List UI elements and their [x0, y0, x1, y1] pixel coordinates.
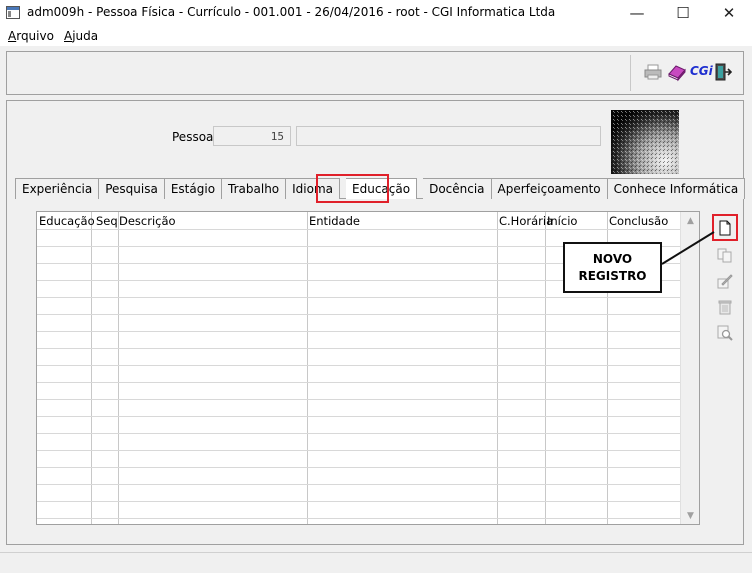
tab-docencia[interactable]: Docência: [423, 178, 492, 199]
window-title: adm009h - Pessoa Física - Currículo - 00…: [27, 5, 556, 19]
toolbar-panel: [6, 51, 744, 95]
status-bar: [0, 552, 752, 573]
grid-row-divider: [37, 331, 681, 332]
grid-column-divider: [307, 212, 308, 524]
col-seq[interactable]: Seq: [96, 214, 118, 228]
toolbar-separator: [630, 55, 631, 91]
title-bar: adm009h - Pessoa Física - Currículo - 00…: [0, 0, 752, 26]
pessoa-code-field[interactable]: 15: [213, 126, 291, 146]
grid-row-divider: [37, 399, 681, 400]
active-tab-highlight: [316, 174, 389, 203]
menu-arquivo[interactable]: Arquivo: [8, 29, 54, 43]
tab-conhece-informatica[interactable]: Conhece Informática: [607, 178, 746, 199]
grid-row-divider: [37, 382, 681, 383]
tab-trabalho[interactable]: Trabalho: [222, 178, 287, 199]
callout-pointer-line: [661, 231, 715, 265]
tab-aperfeicoamento[interactable]: Aperfeiçoamento: [491, 178, 608, 199]
edit-icon[interactable]: [715, 271, 735, 291]
col-conclusao[interactable]: Conclusão: [609, 214, 668, 228]
new-record-icon[interactable]: [715, 218, 735, 238]
grid-column-divider: [118, 212, 119, 524]
copy-icon[interactable]: [715, 245, 735, 265]
grid-row-divider: [37, 518, 681, 519]
grid-column-divider: [91, 212, 92, 524]
tab-estagio[interactable]: Estágio: [164, 178, 223, 199]
maximize-button[interactable]: ☐: [660, 0, 706, 26]
callout-line-2: REGISTRO: [578, 268, 647, 283]
person-photo: [611, 110, 679, 174]
grid-row-divider: [37, 450, 681, 451]
grid-row-divider: [37, 416, 681, 417]
grid-row-divider: [37, 433, 681, 434]
minimize-button[interactable]: —: [614, 0, 660, 26]
scroll-up-icon[interactable]: ▲: [681, 212, 700, 229]
grid-row-divider: [37, 348, 681, 349]
grid-row-divider: [37, 484, 681, 485]
close-button[interactable]: ✕: [706, 0, 752, 26]
col-descricao[interactable]: Descrição: [119, 214, 176, 228]
grid-row-divider: [37, 501, 681, 502]
grid-header: Educação Seq Descrição Entidade C.Horári…: [37, 212, 681, 232]
grid-column-divider: [545, 212, 546, 524]
callout-novo-registro: NOVO REGISTRO: [563, 242, 662, 293]
scroll-down-icon[interactable]: ▼: [681, 507, 700, 524]
pessoa-name-field[interactable]: [296, 126, 601, 146]
cgi-logo-icon[interactable]: CGi: [690, 64, 713, 80]
tab-pesquisa[interactable]: Pesquisa: [99, 178, 165, 199]
printer-icon[interactable]: [644, 63, 662, 81]
callout-line-1: NOVO: [592, 251, 633, 266]
grid-row-divider: [37, 314, 681, 315]
menu-ajuda[interactable]: Ajuda: [64, 29, 98, 43]
grid-row-divider: [37, 365, 681, 366]
app-icon: [6, 6, 20, 19]
col-carga-horaria[interactable]: C.Horária: [499, 214, 553, 228]
menu-bar: Arquivo Ajuda: [0, 26, 752, 46]
exit-door-icon[interactable]: [714, 62, 733, 82]
pessoa-label: Pessoa:: [172, 130, 218, 144]
col-inicio[interactable]: Início: [547, 214, 577, 228]
col-educacao[interactable]: Educação: [39, 214, 95, 228]
grid-row-divider: [37, 467, 681, 468]
grid-column-divider: [497, 212, 498, 524]
book-icon[interactable]: [667, 62, 687, 82]
tab-experiencia[interactable]: Experiência: [15, 178, 100, 199]
grid-row-divider: [37, 297, 681, 298]
delete-icon[interactable]: [715, 297, 735, 317]
col-entidade[interactable]: Entidade: [309, 214, 360, 228]
search-icon[interactable]: [715, 323, 735, 343]
